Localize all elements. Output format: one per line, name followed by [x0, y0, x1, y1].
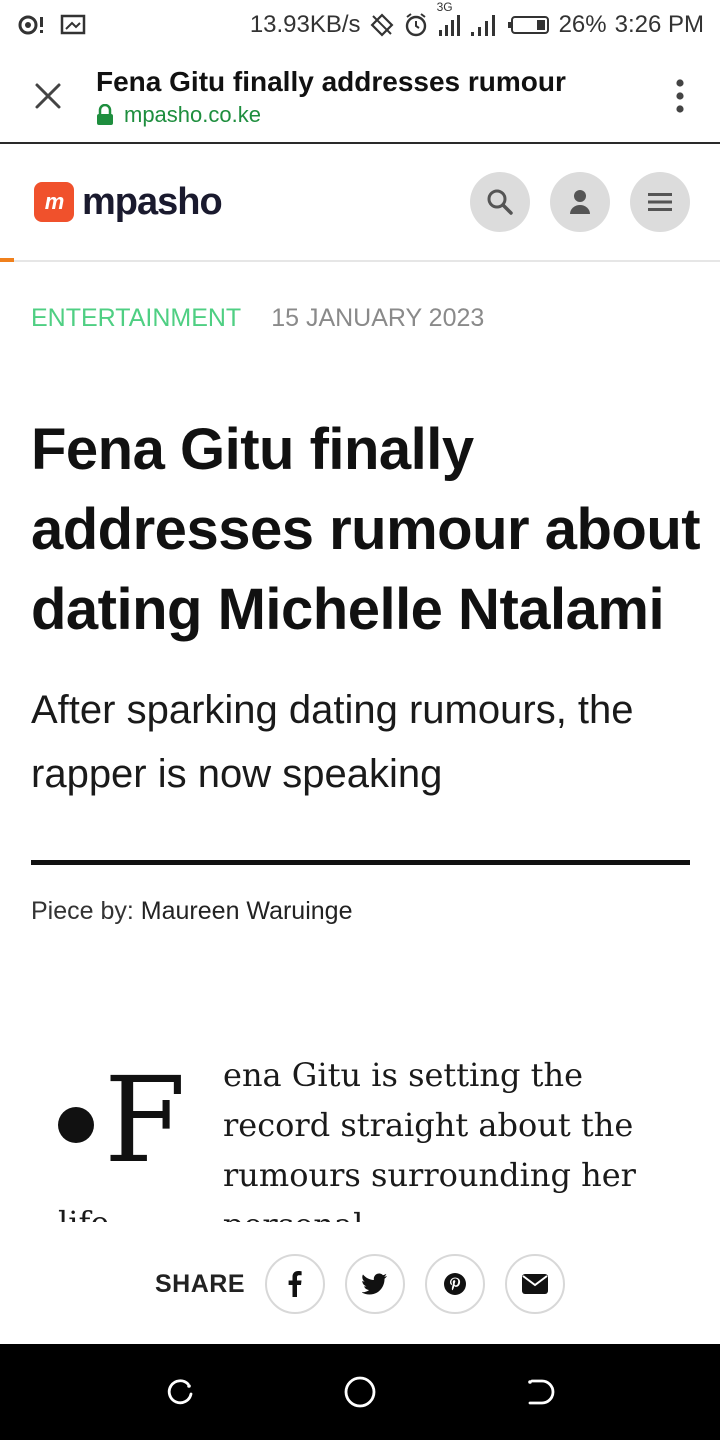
status-bar: 13.93KB/s 3G 26% 3:26 PM	[0, 0, 720, 50]
home-icon	[344, 1376, 376, 1408]
bullet-icon	[58, 1107, 94, 1143]
battery-percent: 26%	[558, 11, 607, 38]
vpn-dot-icon	[18, 14, 46, 36]
hamburger-icon	[648, 193, 672, 211]
page-title: Fena Gitu finally addresses rumour	[96, 66, 566, 97]
browser-toolbar: Fena Gitu finally addresses rumour mpash…	[0, 50, 720, 144]
recents-button[interactable]	[150, 1362, 210, 1422]
logo-text: mpasho	[82, 180, 223, 223]
close-icon	[35, 83, 61, 109]
more-options-button[interactable]	[640, 49, 720, 143]
body-paragraph: ena Gitu is setting the record straight …	[223, 1056, 636, 1222]
article-meta: ENTERTAINMENT 15 JANUARY 2023	[31, 304, 484, 333]
system-nav-bar	[0, 1344, 720, 1440]
clock: 3:26 PM	[614, 11, 704, 38]
back-button[interactable]	[510, 1362, 570, 1422]
home-button[interactable]	[330, 1362, 390, 1422]
signal-bars-icon	[469, 12, 499, 38]
article-body: F ena Gitu is setting the record straigh…	[58, 1050, 678, 1222]
category-link[interactable]: ENTERTAINMENT	[31, 304, 241, 333]
publish-date: 15 JANUARY 2023	[271, 304, 485, 332]
rotation-icon	[369, 12, 395, 38]
logo-mark: m	[34, 182, 74, 222]
site-logo[interactable]: m mpasho	[34, 180, 223, 224]
network-label: 3G	[436, 0, 453, 14]
facebook-icon	[288, 1271, 302, 1297]
menu-button[interactable]	[630, 172, 690, 232]
back-icon	[528, 1379, 555, 1405]
twitter-icon	[362, 1273, 387, 1295]
article-subheadline: After sparking dating rumours, the rappe…	[31, 688, 634, 796]
article-headline: Fena Gitu finally addresses rumour about…	[31, 417, 701, 642]
share-label: SHARE	[154, 1269, 245, 1298]
body-paragraph-continued: life	[58, 1198, 109, 1222]
reading-progress-bar	[0, 258, 14, 262]
share-twitter-button[interactable]	[345, 1254, 405, 1314]
account-button[interactable]	[550, 172, 610, 232]
email-icon	[522, 1274, 548, 1294]
drop-cap-letter: F	[104, 1051, 186, 1189]
pinterest-icon	[444, 1273, 466, 1295]
search-icon	[487, 189, 513, 215]
share-bar: SHARE	[0, 1254, 720, 1314]
search-button[interactable]	[470, 172, 530, 232]
byline: Piece by: Maureen Waruinge	[31, 897, 352, 926]
screencast-icon	[60, 14, 86, 36]
byline-label: Piece by:	[31, 897, 134, 925]
share-email-button[interactable]	[505, 1254, 565, 1314]
lock-icon	[97, 104, 113, 125]
signal-3g-icon: 3G	[437, 0, 461, 38]
user-icon	[570, 190, 590, 214]
battery-icon	[507, 14, 551, 36]
alarm-icon	[403, 12, 429, 38]
drop-cap: F	[58, 1051, 186, 1189]
author-name[interactable]: Maureen Waruinge	[141, 897, 353, 925]
share-facebook-button[interactable]	[265, 1254, 325, 1314]
divider	[31, 860, 690, 865]
site-header: m mpasho	[0, 144, 720, 262]
recents-icon	[167, 1379, 193, 1405]
url-text[interactable]: mpasho.co.ke	[124, 102, 261, 128]
network-speed: 13.93KB/s	[249, 11, 361, 38]
share-pinterest-button[interactable]	[425, 1254, 485, 1314]
close-tab-button[interactable]	[0, 49, 96, 143]
more-vert-icon	[676, 79, 684, 113]
